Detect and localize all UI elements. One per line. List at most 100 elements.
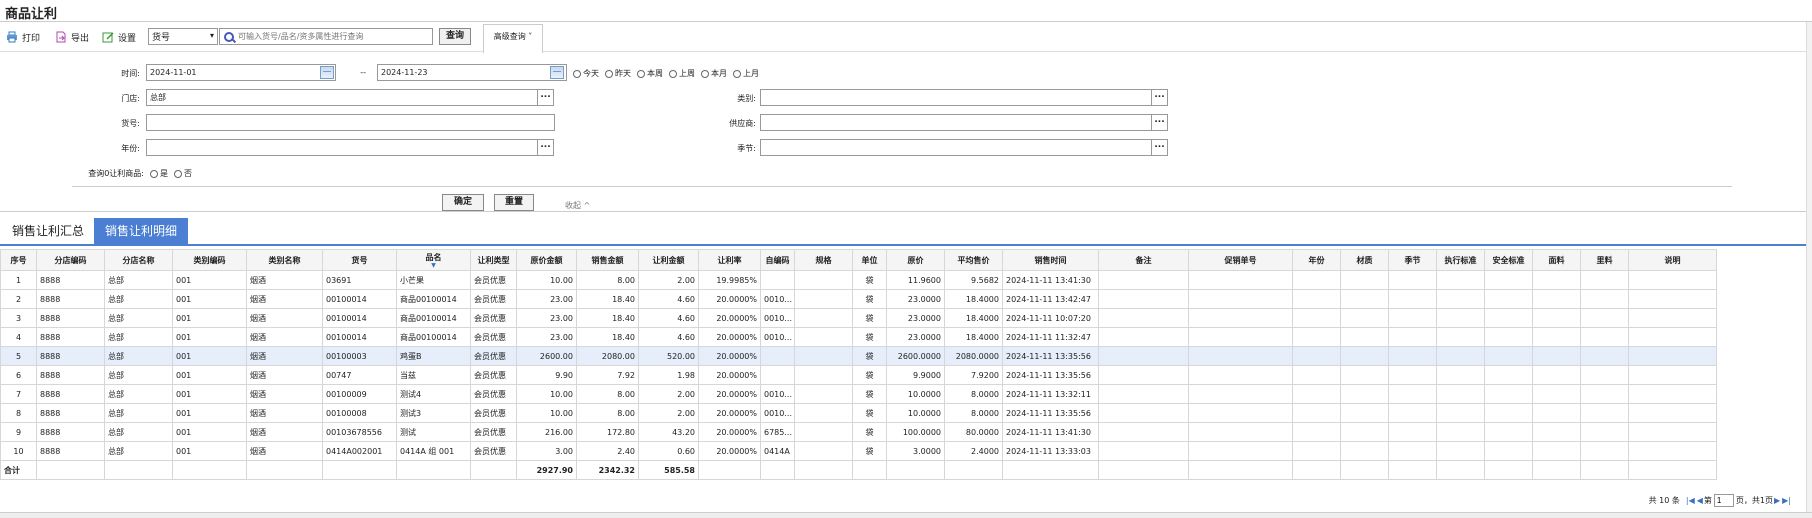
column-header[interactable]: 执行标准	[1436, 249, 1485, 271]
table-cell	[1484, 289, 1533, 309]
table-cell: 0414A	[760, 441, 795, 461]
column-header[interactable]: 备注	[1098, 249, 1189, 271]
table-row[interactable]: 3 8888 总部 001 烟酒 00100014 商品00100014 会员优惠 23.00 1…	[0, 308, 1717, 328]
table-cell	[1098, 384, 1189, 404]
field-select[interactable]: 货号 ▾	[148, 28, 218, 45]
range-yesterday[interactable]: 昨天	[605, 68, 631, 79]
range-last-month[interactable]: 上月	[733, 68, 759, 79]
season-picker-button[interactable]: ...	[1151, 139, 1168, 156]
total-cell: 2342.32	[576, 460, 639, 480]
table-cell: 0010...	[760, 403, 795, 423]
tab-detail[interactable]: 销售让利明细	[94, 218, 188, 244]
column-header[interactable]: 类别编码	[172, 249, 247, 271]
table-cell	[794, 384, 853, 404]
column-header[interactable]: 原价	[886, 249, 945, 271]
range-this-month[interactable]: 本月	[701, 68, 727, 79]
column-header[interactable]: 年份	[1292, 249, 1341, 271]
column-header[interactable]: 材质	[1340, 249, 1389, 271]
table-cell: 10	[0, 441, 37, 461]
table-cell: 00100009	[322, 384, 397, 404]
next-page-icon[interactable]: ▶	[1774, 496, 1780, 505]
page-input[interactable]	[1713, 494, 1734, 507]
table-row[interactable]: 6 8888 总部 001 烟酒 00747 当兹 会员优惠 9.90 7.92 1.98 20.00…	[0, 365, 1717, 385]
range-last-week[interactable]: 上周	[669, 68, 695, 79]
last-page-icon[interactable]: ▶|	[1782, 496, 1791, 505]
supplier-picker-button[interactable]: ...	[1151, 114, 1168, 131]
column-header[interactable]: 序号	[0, 249, 37, 271]
table-row[interactable]: 1 8888 总部 001 烟酒 03691 小芒果 会员优惠 10.00 8.00 2.00 19.…	[0, 270, 1717, 290]
zero-yes-radio[interactable]: 是	[150, 168, 168, 179]
calendar-icon[interactable]	[320, 66, 334, 79]
column-header-label: 让利率	[717, 255, 742, 265]
season-input[interactable]	[760, 139, 1152, 156]
column-header[interactable]: 让利类型	[470, 249, 517, 271]
prev-page-icon[interactable]: ◀	[1697, 496, 1703, 505]
vertical-scrollbar[interactable]	[1806, 22, 1812, 512]
column-header[interactable]: 平均售价	[944, 249, 1003, 271]
table-cell: 袋	[852, 289, 887, 309]
confirm-button[interactable]: 确定	[442, 194, 484, 211]
range-this-week[interactable]: 本周	[637, 68, 663, 79]
column-header[interactable]: 分店名称	[104, 249, 173, 271]
settings-button[interactable]: 设置	[102, 30, 136, 44]
column-header[interactable]: 让利金额	[638, 249, 699, 271]
total-cell	[1098, 460, 1189, 480]
table-row[interactable]: 8 8888 总部 001 烟酒 00100008 测试3 会员优惠 10.00 8.00 2.00…	[0, 403, 1717, 423]
column-header[interactable]: 分店编码	[36, 249, 105, 271]
horizontal-scrollbar[interactable]	[0, 512, 1812, 518]
column-header[interactable]: 规格	[794, 249, 853, 271]
reset-button[interactable]: 重置	[494, 194, 534, 211]
calendar-icon[interactable]	[550, 66, 564, 79]
table-cell: 烟酒	[246, 270, 323, 290]
table-row[interactable]: 10 8888 总部 001 烟酒 0414A002001 0414A 组 001 会员优惠 3…	[0, 441, 1717, 461]
column-header[interactable]: 让利率	[698, 249, 761, 271]
category-picker-button[interactable]: ...	[1151, 89, 1168, 106]
column-header[interactable]: 类别名称	[246, 249, 323, 271]
table-cell: 2024-11-11 10:07:20	[1002, 308, 1099, 328]
store-input[interactable]: 总部	[146, 89, 538, 106]
column-header[interactable]: 单位	[852, 249, 887, 271]
advanced-query-tab[interactable]: 高级查询 ˅	[483, 24, 543, 53]
range-today[interactable]: 今天	[573, 68, 599, 79]
sku-input[interactable]	[146, 114, 555, 131]
table-row[interactable]: 4 8888 总部 001 烟酒 00100014 商品00100014 会员优惠 23.00 1…	[0, 327, 1717, 347]
column-header[interactable]: 季节	[1388, 249, 1437, 271]
print-button[interactable]: 打印	[6, 30, 40, 44]
column-header[interactable]: 销售时间	[1002, 249, 1099, 271]
zero-no-radio[interactable]: 否	[174, 168, 192, 179]
tab-summary[interactable]: 销售让利汇总	[6, 218, 90, 244]
store-picker-button[interactable]: ...	[537, 89, 554, 106]
table-cell: 8.0000	[944, 384, 1003, 404]
category-input[interactable]	[760, 89, 1152, 106]
column-header[interactable]: 安全标准	[1484, 249, 1533, 271]
column-header[interactable]: 自编码	[760, 249, 795, 271]
year-input[interactable]	[146, 139, 538, 156]
table-row[interactable]: 9 8888 总部 001 烟酒 00103678556 测试 会员优惠 216.00 172.8…	[0, 422, 1717, 442]
column-header[interactable]: 销售金额	[576, 249, 639, 271]
table-row[interactable]: 2 8888 总部 001 烟酒 00100014 商品00100014 会员优惠 23.00 1…	[0, 289, 1717, 309]
search-box[interactable]	[219, 28, 433, 45]
query-button[interactable]: 查询	[439, 28, 471, 45]
column-header[interactable]: 里料	[1580, 249, 1629, 271]
supplier-input[interactable]	[760, 114, 1152, 131]
column-header[interactable]: 货号	[322, 249, 397, 271]
table-cell: 商品00100014	[396, 308, 471, 328]
year-picker-button[interactable]: ...	[537, 139, 554, 156]
date-to-input[interactable]: 2024-11-23	[377, 64, 567, 81]
collapse-link[interactable]: 收起 ^	[565, 200, 590, 211]
column-header[interactable]: 面料	[1532, 249, 1581, 271]
first-page-icon[interactable]: |◀	[1686, 496, 1695, 505]
table-row[interactable]: 5 8888 总部 001 烟酒 00100003 鸡蛋B 会员优惠 2600.00 2080.0…	[0, 346, 1717, 366]
column-header[interactable]: 说明	[1628, 249, 1717, 271]
search-input[interactable]	[238, 32, 428, 41]
date-from-input[interactable]: 2024-11-01	[146, 64, 336, 81]
table-cell	[1580, 441, 1629, 461]
table-cell: 03691	[322, 270, 397, 290]
table-row[interactable]: 7 8888 总部 001 烟酒 00100009 测试4 会员优惠 10.00 8.00 2.00…	[0, 384, 1717, 404]
export-button[interactable]: 导出	[55, 30, 89, 44]
column-header[interactable]: 品名 ▼	[396, 249, 471, 271]
column-header[interactable]: 原价金额	[516, 249, 577, 271]
column-header[interactable]: 促销单号	[1188, 249, 1293, 271]
table-cell	[1628, 384, 1717, 404]
table-cell: 5	[0, 346, 37, 366]
